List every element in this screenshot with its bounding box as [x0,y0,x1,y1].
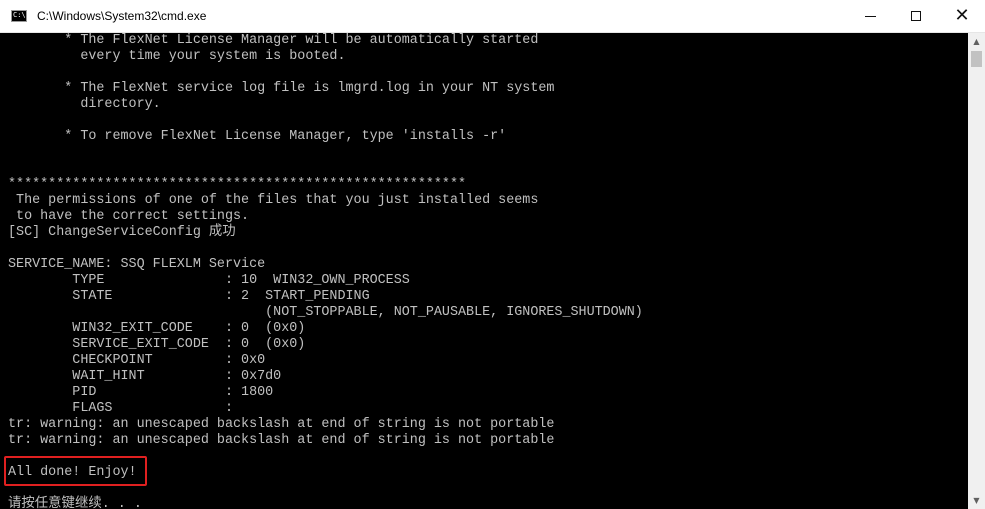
arrow-up-icon: ▲ [973,37,980,46]
title-bar[interactable]: C:\ C:\Windows\System32\cmd.exe ✕ [0,0,985,33]
console-line: FLAGS : [8,401,233,416]
scroll-down-button[interactable]: ▼ [968,492,985,509]
console-line: (NOT_STOPPABLE, NOT_PAUSABLE, IGNORES_SH… [8,305,643,320]
console-line: PID : 1800 [8,385,274,400]
console-line: tr: warning: an unescaped backslash at e… [8,433,555,448]
console-output-area[interactable]: * The FlexNet License Manager will be au… [0,33,968,509]
console-line: SERVICE_NAME: SSQ FLEXLM Service [8,257,266,272]
console-line: tr: warning: an unescaped backslash at e… [8,417,555,432]
arrow-down-icon: ▼ [973,496,980,505]
console-text: * The FlexNet License Manager will be au… [8,33,643,509]
console-line: ****************************************… [8,177,467,192]
cmd-icon-text: C:\ [13,11,26,19]
console-line: 请按任意键继续. . . [8,497,142,509]
console-line: CHECKPOINT : 0x0 [8,353,266,368]
cmd-window: C:\ C:\Windows\System32\cmd.exe ✕ * The … [0,0,985,509]
console-line: The permissions of one of the files that… [8,193,539,208]
console-line: * The FlexNet service log file is lmgrd.… [8,81,555,96]
highlight-box [4,456,147,486]
close-icon: ✕ [954,5,970,26]
scroll-up-button[interactable]: ▲ [968,33,985,50]
window-title: C:\Windows\System32\cmd.exe [37,9,207,23]
maximize-button[interactable] [893,0,939,32]
console-line: * To remove FlexNet License Manager, typ… [8,129,507,144]
minimize-icon [864,15,876,17]
cmd-icon[interactable]: C:\ [11,10,27,22]
console-line: directory. [8,97,161,112]
console-line: WIN32_EXIT_CODE : 0 (0x0) [8,321,306,336]
close-button[interactable]: ✕ [939,0,985,32]
scrollbar-thumb[interactable] [971,51,982,67]
console-line: to have the correct settings. [8,209,250,224]
console-line: TYPE : 10 WIN32_OWN_PROCESS [8,273,410,288]
console-line: every time your system is booted. [8,49,346,64]
vertical-scrollbar[interactable]: ▲ ▼ [968,33,985,509]
maximize-icon [911,11,921,21]
console-line: SERVICE_EXIT_CODE : 0 (0x0) [8,337,306,352]
console-line: STATE : 2 START_PENDING [8,289,370,304]
console-line: WAIT_HINT : 0x7d0 [8,369,282,384]
console-line: [SC] ChangeServiceConfig 成功 [8,225,236,240]
console-line: * The FlexNet License Manager will be au… [8,33,539,48]
minimize-button[interactable] [847,0,893,32]
